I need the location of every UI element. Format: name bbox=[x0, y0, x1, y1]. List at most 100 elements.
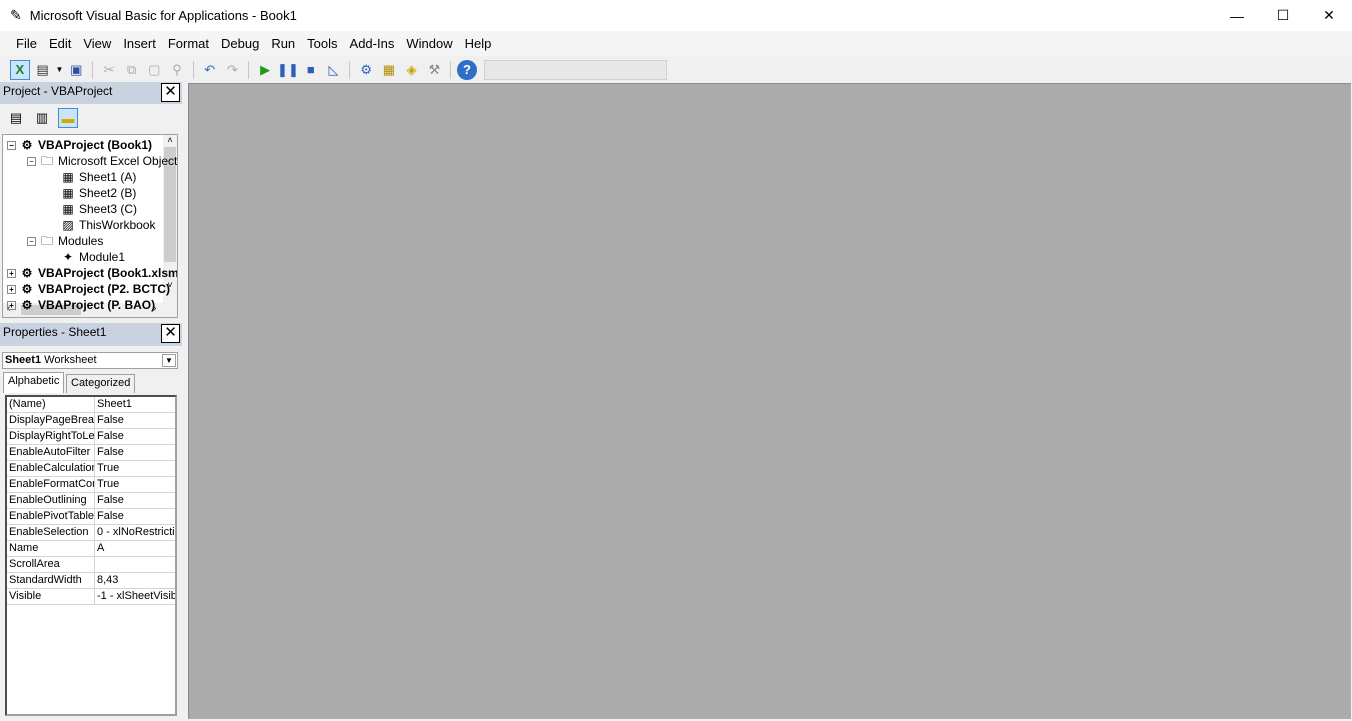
find-icon[interactable]: ⚲ bbox=[167, 60, 187, 80]
property-value[interactable]: 8,43 bbox=[95, 573, 175, 588]
property-value[interactable]: A bbox=[95, 541, 175, 556]
property-value[interactable]: True bbox=[95, 477, 175, 492]
property-name: DisplayRightToLeft bbox=[9, 429, 95, 444]
project-explorer-icon[interactable]: ⚙ bbox=[356, 60, 376, 80]
tree-node[interactable]: − ⚙ VBAProject (Book1) bbox=[7, 137, 152, 153]
run-icon[interactable]: ▶ bbox=[255, 60, 275, 80]
tree-node[interactable]: ▦ Sheet1 (A) bbox=[61, 169, 136, 185]
property-value[interactable]: False bbox=[95, 493, 175, 508]
property-row[interactable]: (Name) Sheet1 bbox=[7, 397, 175, 413]
tree-node[interactable]: + ⚙ VBAProject (Book1.xlsm) bbox=[7, 265, 177, 281]
property-value[interactable]: False bbox=[95, 445, 175, 460]
properties-window-icon[interactable]: ▦ bbox=[379, 60, 399, 80]
module-icon: ✦ bbox=[62, 250, 74, 264]
property-value[interactable]: False bbox=[95, 429, 175, 444]
property-name: ScrollArea bbox=[7, 557, 95, 572]
property-row[interactable]: DisplayRightToLeft False bbox=[7, 429, 175, 445]
view-code-icon[interactable]: ▤ bbox=[6, 108, 26, 128]
folder-icon: 🗀 bbox=[40, 154, 53, 168]
save-icon[interactable]: ▣ bbox=[66, 60, 86, 80]
property-row[interactable]: EnablePivotTable False bbox=[7, 509, 175, 525]
undo-icon[interactable]: ↶ bbox=[200, 60, 220, 80]
properties-close-button[interactable]: ✕ bbox=[161, 324, 180, 343]
paste-icon[interactable]: ▢ bbox=[144, 60, 164, 80]
collapse-icon[interactable]: − bbox=[7, 141, 16, 151]
menu-help[interactable]: Help bbox=[459, 36, 498, 51]
tab-alphabetic[interactable]: Alphabetic bbox=[3, 372, 65, 393]
expand-icon[interactable]: + bbox=[7, 269, 16, 279]
reset-icon[interactable]: ■ bbox=[301, 60, 321, 80]
tree-node[interactable]: − 🗀 Modules bbox=[27, 233, 103, 249]
help-icon[interactable]: ? bbox=[457, 59, 477, 80]
property-row[interactable]: EnableCalculation True bbox=[7, 461, 175, 477]
dropdown-arrow-icon[interactable]: ▼ bbox=[162, 354, 176, 367]
property-row[interactable]: EnableOutlining False bbox=[7, 493, 175, 509]
menu-run[interactable]: Run bbox=[265, 36, 301, 51]
menu-view[interactable]: View bbox=[77, 36, 117, 51]
project-toolbar: ▤ ▥ ▬ bbox=[6, 108, 78, 128]
tree-node-label: Sheet2 (B) bbox=[79, 186, 137, 200]
insert-dropdown-icon[interactable]: ▼ bbox=[55, 65, 63, 74]
property-value[interactable]: -1 - xlSheetVisible bbox=[95, 589, 175, 604]
property-value[interactable]: Sheet1 bbox=[95, 397, 175, 412]
window-title: Microsoft Visual Basic for Applications … bbox=[29, 8, 297, 23]
property-value[interactable]: False bbox=[95, 509, 175, 524]
tree-node[interactable]: ▦ Sheet3 (C) bbox=[61, 201, 137, 217]
property-value[interactable]: 0 - xlNoRestrictions bbox=[95, 525, 175, 540]
tree-node-label: ThisWorkbook bbox=[79, 218, 156, 232]
property-row[interactable]: EnableSelection0 - xlNoRestrictions bbox=[7, 525, 175, 541]
property-value[interactable] bbox=[95, 557, 175, 572]
tree-node[interactable]: + ⚙ VBAProject (P. BAO) bbox=[7, 297, 155, 313]
maximize-button[interactable]: ☐ bbox=[1260, 0, 1306, 31]
collapse-icon[interactable]: − bbox=[27, 157, 36, 167]
vbaproject-icon: ⚙ bbox=[21, 298, 33, 312]
tree-node[interactable]: ▦ Sheet2 (B) bbox=[61, 185, 136, 201]
object-selector-dropdown[interactable]: Sheet1 Worksheet ▼ bbox=[2, 352, 178, 369]
workbook-icon: ▨ bbox=[62, 218, 74, 232]
property-row[interactable]: Name A bbox=[7, 541, 175, 557]
toggle-folders-icon[interactable]: ▬ bbox=[58, 108, 78, 128]
menu-tools[interactable]: Tools bbox=[301, 36, 343, 51]
insert-userform-icon[interactable]: ▤ bbox=[33, 60, 53, 80]
view-object-icon[interactable]: ▥ bbox=[32, 108, 52, 128]
menu-file[interactable]: File bbox=[10, 36, 43, 51]
property-row[interactable]: StandardWidth 8,43 bbox=[7, 573, 175, 589]
toolbar-combo[interactable] bbox=[483, 59, 668, 80]
menu-window[interactable]: Window bbox=[400, 36, 458, 51]
property-row[interactable]: ScrollArea bbox=[7, 557, 175, 573]
property-value[interactable]: False bbox=[95, 413, 175, 428]
menu-edit[interactable]: Edit bbox=[43, 36, 77, 51]
menu-add-ins[interactable]: Add-Ins bbox=[344, 36, 401, 51]
project-explorer-header: Project - VBAProject ✕ bbox=[0, 82, 182, 104]
redo-icon[interactable]: ↷ bbox=[223, 60, 243, 80]
close-button[interactable]: ✕ bbox=[1306, 0, 1352, 31]
project-close-button[interactable]: ✕ bbox=[161, 83, 180, 102]
property-row[interactable]: Visible-1 - xlSheetVisible bbox=[7, 589, 175, 605]
property-name: EnableSelection bbox=[7, 525, 95, 540]
tree-node[interactable]: + ⚙ VBAProject (P2. BCTC) bbox=[7, 281, 170, 297]
property-row[interactable]: EnableAutoFilter False bbox=[7, 445, 175, 461]
property-row[interactable]: DisplayPageBreaksFalse bbox=[7, 413, 175, 429]
tree-node[interactable]: ✦ Module1 bbox=[61, 249, 125, 265]
property-name: EnableAutoFilter bbox=[7, 445, 95, 460]
tab-categorized[interactable]: Categorized bbox=[66, 374, 136, 393]
tree-node[interactable]: − 🗀 Microsoft Excel Objects bbox=[27, 153, 177, 169]
expand-icon[interactable]: + bbox=[7, 301, 16, 311]
menu-debug[interactable]: Debug bbox=[215, 36, 265, 51]
property-row[interactable]: EnableFormatConditionsCalculationTrue bbox=[7, 477, 175, 493]
tree-node[interactable]: ▨ ThisWorkbook bbox=[61, 217, 155, 233]
collapse-icon[interactable]: − bbox=[27, 237, 36, 247]
sheet-icon: ▦ bbox=[62, 170, 74, 184]
copy-icon[interactable]: ⧉ bbox=[122, 60, 142, 80]
object-browser-icon[interactable]: ◈ bbox=[402, 60, 422, 80]
cut-icon[interactable]: ✂ bbox=[99, 60, 119, 80]
toolbox-icon[interactable]: ⚒ bbox=[424, 60, 444, 80]
design-mode-icon[interactable]: ◺ bbox=[324, 60, 344, 80]
minimize-button[interactable]: — bbox=[1214, 0, 1260, 31]
property-value[interactable]: True bbox=[95, 461, 175, 476]
excel-icon[interactable]: X bbox=[10, 59, 30, 80]
expand-icon[interactable]: + bbox=[7, 285, 16, 295]
break-icon[interactable]: ❚❚ bbox=[277, 60, 299, 80]
menu-insert[interactable]: Insert bbox=[117, 36, 162, 51]
menu-format[interactable]: Format bbox=[162, 36, 215, 51]
